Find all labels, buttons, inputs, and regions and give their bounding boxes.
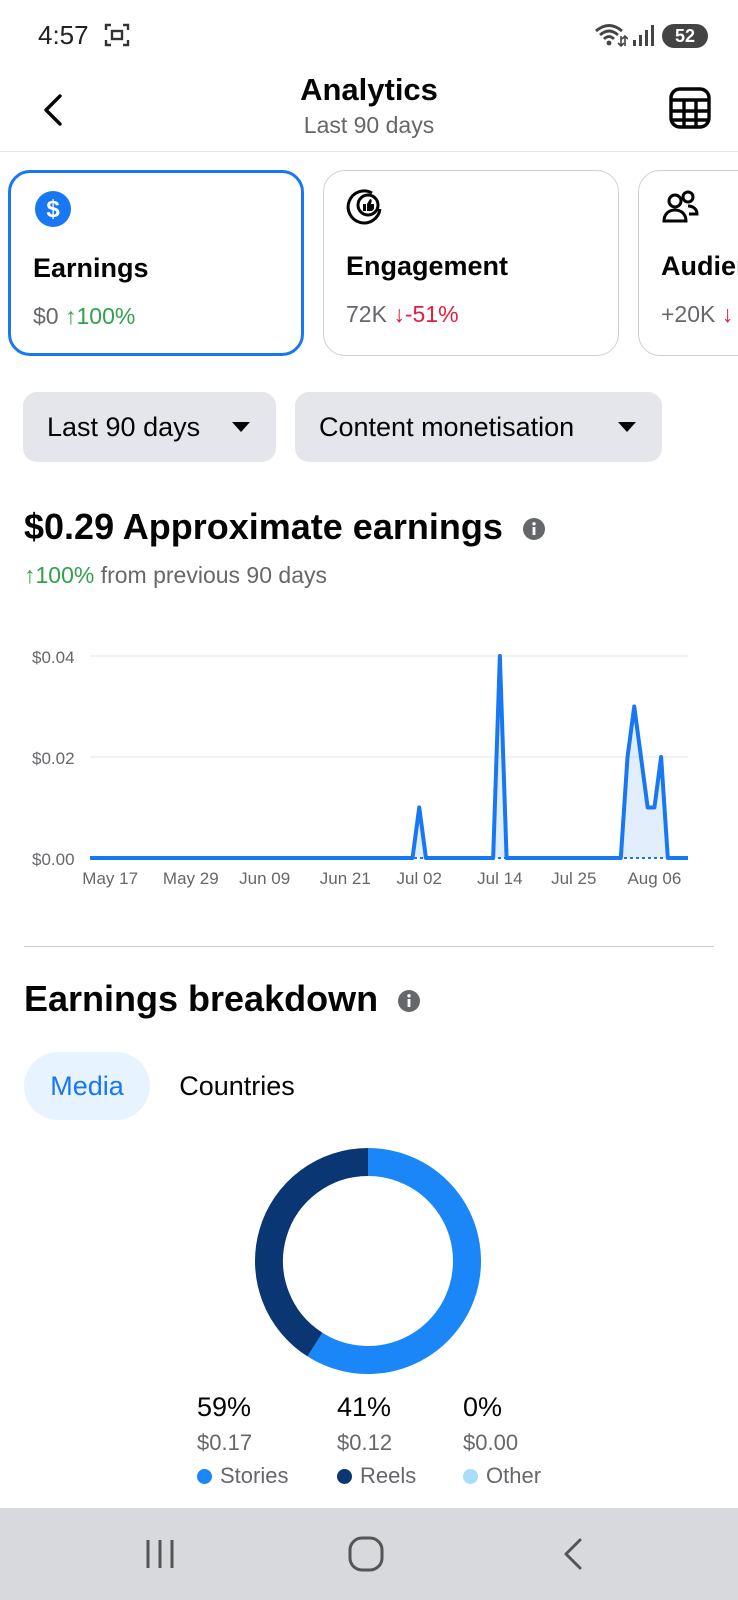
back-nav-icon[interactable]	[550, 1530, 598, 1578]
page-title: Analytics	[300, 72, 438, 107]
dollar-icon: $	[35, 191, 71, 227]
x-tick-label: Jun 09	[239, 869, 290, 888]
legend-dot	[463, 1469, 478, 1484]
period-filter-label: Last 90 days	[47, 412, 201, 442]
caret-down-icon	[618, 422, 636, 432]
content-type-label: Content monetisation	[319, 412, 575, 442]
card-change: ↓	[721, 301, 734, 327]
legend-reels: 41% $0.12 Reels	[337, 1390, 416, 1492]
svg-text:$: $	[46, 196, 60, 223]
card-value-row: 72K ↓-51%	[346, 301, 459, 328]
engagement-icon	[346, 189, 382, 225]
caret-down-icon	[232, 422, 250, 432]
audience-icon	[662, 190, 699, 223]
card-engagement[interactable]: Engagement 72K ↓-51%	[323, 170, 619, 356]
x-tick-label: Jul 25	[551, 869, 596, 888]
card-value: +20K	[661, 301, 716, 327]
divider	[24, 946, 714, 947]
legend-stories: 59% $0.17 Stories	[197, 1390, 288, 1492]
legend-percent: 0%	[463, 1392, 503, 1422]
card-value-row: +20K ↓	[661, 301, 733, 328]
legend-name: Other	[486, 1463, 542, 1488]
card-label: Audience	[661, 251, 738, 281]
signal-icon	[633, 25, 654, 46]
donut-slice-reels	[255, 1148, 369, 1357]
legend-dot	[197, 1469, 212, 1484]
earnings-headline: $0.29 Approximate earnings	[24, 506, 545, 548]
tab-countries[interactable]: Countries	[162, 1052, 312, 1120]
earnings-change-suffix: from previous 90 days	[94, 562, 327, 588]
page-subtitle: Last 90 days	[303, 112, 435, 138]
recent-apps-icon[interactable]	[136, 1530, 184, 1578]
earnings-change-value: ↑100%	[24, 562, 95, 588]
media-donut-chart	[255, 1148, 481, 1374]
y-tick-label: $0.04	[32, 648, 75, 667]
x-tick-label: Aug 06	[627, 869, 681, 888]
info-icon[interactable]	[522, 518, 545, 541]
legend-dot	[337, 1469, 352, 1484]
x-tick-label: May 17	[82, 869, 138, 888]
x-tick-label: Jun 21	[320, 869, 371, 888]
card-value: 72K	[346, 301, 387, 327]
y-tick-label: $0.00	[32, 850, 75, 869]
tab-media[interactable]: Media	[24, 1052, 150, 1120]
card-label: Earnings	[33, 253, 149, 283]
card-label: Engagement	[346, 251, 509, 281]
metric-cards: $ Earnings $0 ↑100% Engagement 72K ↓-51%…	[0, 170, 738, 358]
period-filter-dropdown[interactable]: Last 90 days	[23, 392, 276, 462]
info-icon[interactable]	[398, 990, 421, 1013]
card-value: $0	[33, 303, 59, 329]
home-icon[interactable]	[342, 1530, 390, 1578]
content-type-dropdown[interactable]: Content monetisation	[295, 392, 662, 462]
y-tick-label: $0.02	[32, 749, 75, 768]
legend-amount: $0.17	[197, 1430, 253, 1455]
x-tick-label: Jul 02	[397, 869, 442, 888]
card-value-row: $0 ↑100%	[33, 303, 135, 330]
card-change: ↑100%	[64, 303, 136, 329]
breakdown-title: Earnings breakdown	[24, 978, 421, 1020]
system-nav-bar	[0, 1508, 738, 1600]
legend-amount: $0.12	[337, 1430, 393, 1455]
wifi-icon	[595, 24, 628, 48]
legend-name: Stories	[220, 1463, 289, 1488]
screenshot-icon	[104, 23, 130, 47]
card-change: ↓-51%	[393, 301, 459, 327]
legend-label: Stories	[197, 1460, 288, 1492]
card-earnings[interactable]: $ Earnings $0 ↑100%	[8, 170, 304, 356]
legend-other: 0% $0.00 Other	[463, 1390, 541, 1492]
status-bar: 4:57 52	[0, 0, 738, 72]
legend-percent: 59%	[197, 1392, 252, 1422]
status-time: 4:57	[38, 20, 89, 50]
battery-indicator: 52	[662, 24, 708, 48]
x-tick-label: May 29	[163, 869, 219, 888]
breakdown-title-text: Earnings breakdown	[24, 978, 379, 1019]
header: Analytics Last 90 days	[0, 72, 738, 152]
legend-name: Reels	[360, 1463, 417, 1488]
earnings-total: $0.29 Approximate earnings	[24, 506, 503, 547]
card-audience[interactable]: Audience +20K ↓	[638, 170, 738, 356]
legend-percent: 41%	[337, 1392, 392, 1422]
legend-amount: $0.00	[463, 1430, 519, 1455]
x-tick-label: Jul 14	[477, 869, 522, 888]
legend-label: Other	[463, 1460, 541, 1492]
donut-slice-stories	[307, 1148, 481, 1374]
earnings-chart: $0.00 $0.02 $0.04 May 17 May 29 Jun 09 Jun 21 J…	[32, 648, 688, 888]
earnings-change: ↑100% from previous 90 days	[24, 562, 327, 589]
table-icon[interactable]	[666, 84, 714, 132]
legend-label: Reels	[337, 1460, 416, 1492]
